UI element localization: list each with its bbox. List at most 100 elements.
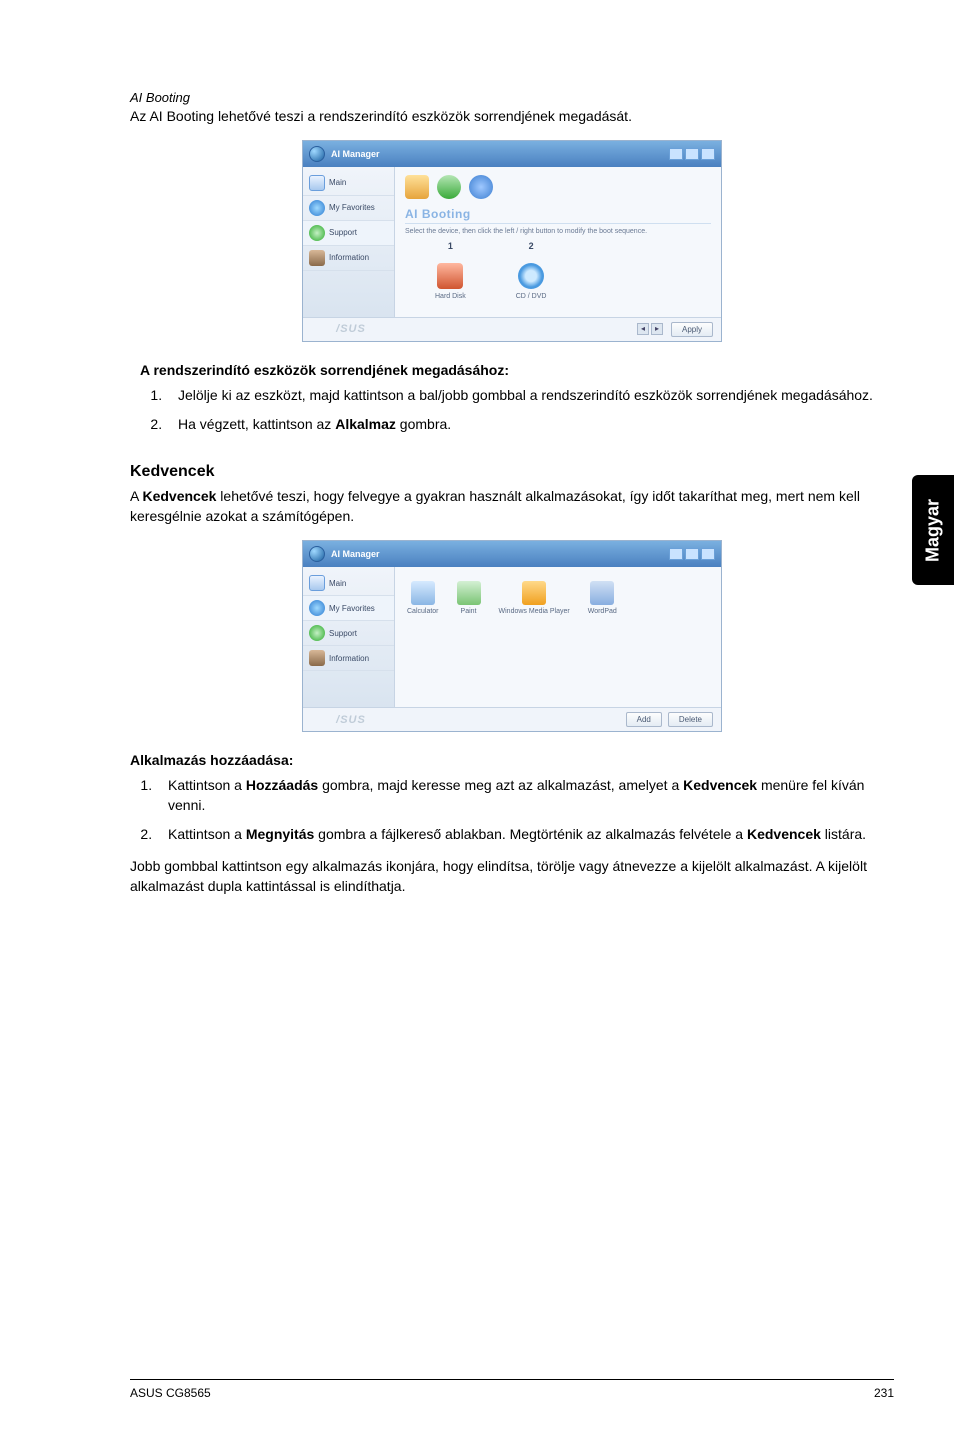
sidebar-item-favorites[interactable]: My Favorites [303,596,394,621]
delete-button[interactable]: Delete [668,712,713,727]
prev-button[interactable]: ◂ [637,323,649,335]
kedvencek-para: A Kedvencek lehetővé teszi, hogy felvegy… [130,487,894,526]
step-2: Kattintson a Megnyitás gombra a fájlkere… [156,825,894,845]
ai-booting-heading: AI Booting [130,90,894,105]
apply-button[interactable]: Apply [671,322,713,337]
page-footer: ASUS CG8565 231 [130,1379,894,1400]
window-titlebar: AI Manager [303,541,721,567]
fav-app-wordpad[interactable]: WordPad [588,581,617,615]
step-text: listára. [821,826,866,842]
ai-booting-intro: Az AI Booting lehetővé teszi a rendszeri… [130,107,894,126]
close-icon[interactable] [701,148,715,160]
step-text: Jelölje ki az eszközt, majd kattintson a… [178,387,873,403]
pager: ◂ ▸ [637,323,663,335]
paint-icon [457,581,481,605]
sidebar-item-label: Information [329,654,369,663]
sidebar-item-information[interactable]: Information [303,246,394,271]
tool-icon-1[interactable] [405,175,429,199]
panel-heading: AI Booting [405,205,711,224]
sidebar-item-support[interactable]: Support [303,621,394,646]
next-button[interactable]: ▸ [651,323,663,335]
app-logo-icon [309,146,325,162]
information-icon [309,250,325,266]
step-text-bold: Kedvencek [683,777,757,793]
tool-icon-3[interactable] [469,175,493,199]
step-text: gombra a fájlkereső ablakban. Megtörténi… [314,826,747,842]
boot-slot-2[interactable]: 2 CD / DVD [516,241,547,300]
fav-app-label: Calculator [407,608,439,615]
closing-paragraph: Jobb gombbal kattintson egy alkalmazás i… [130,857,894,896]
boot-slot-number: 1 [435,241,466,251]
information-icon [309,650,325,666]
restore-icon[interactable] [685,548,699,560]
sidebar: Main My Favorites Support Information [303,567,395,707]
boot-slot-1[interactable]: 1 Hard Disk [435,241,466,300]
step-1: Kattintson a Hozzáadás gombra, majd kere… [156,776,894,815]
screenshot-favorites: AI Manager Main My Favorites Support Inf… [302,540,722,732]
cd-dvd-icon [518,263,544,289]
step-text: gombra, majd keresse meg azt az alkalmaz… [318,777,683,793]
step-text: Ha végzett, kattintson az [178,416,335,432]
para-text: A [130,488,142,504]
panel-hint: Select the device, then click the left /… [405,228,711,235]
kedvencek-heading: Kedvencek [130,463,894,481]
close-icon[interactable] [701,548,715,560]
sidebar-item-main[interactable]: Main [303,571,394,596]
para-text: lehetővé teszi, hogy felvegye a gyakran … [130,488,860,524]
sidebar-item-favorites[interactable]: My Favorites [303,196,394,221]
calculator-icon [411,581,435,605]
sidebar-item-label: My Favorites [329,203,375,212]
window-title: AI Manager [331,149,380,159]
boot-slot-label: CD / DVD [516,293,547,300]
support-icon [309,625,325,641]
add-button[interactable]: Add [626,712,662,727]
window-titlebar: AI Manager [303,141,721,167]
step-text: Kattintson a [168,826,246,842]
fav-app-label: WordPad [588,608,617,615]
brand-logo: /SUS [311,714,391,726]
favorites-icon [309,600,325,616]
tool-icon-2[interactable] [437,175,461,199]
media-player-icon [522,581,546,605]
boot-slot-label: Hard Disk [435,293,466,300]
step-1: Jelölje ki az eszközt, majd kattintson a… [166,386,894,406]
fav-app-label: Paint [461,608,477,615]
restore-icon[interactable] [685,148,699,160]
step-text-bold: Kedvencek [747,826,821,842]
sidebar-item-label: Information [329,253,369,262]
sidebar: Main My Favorites Support Information [303,167,395,317]
sidebar-item-main[interactable]: Main [303,171,394,196]
sidebar-item-information[interactable]: Information [303,646,394,671]
sidebar-item-label: Main [329,579,346,588]
favorites-icon [309,200,325,216]
fav-app-calculator[interactable]: Calculator [407,581,439,615]
step-text-bold: Hozzáadás [246,777,318,793]
footer-product: ASUS CG8565 [130,1386,211,1400]
sidebar-item-label: Main [329,178,346,187]
boot-slot-number: 2 [516,241,547,251]
footer-page-number: 231 [874,1386,894,1400]
steps2-title: Alkalmazás hozzáadása: [130,752,894,768]
minimize-icon[interactable] [669,148,683,160]
para-text-bold: Kedvencek [142,488,216,504]
minimize-icon[interactable] [669,548,683,560]
wordpad-icon [590,581,614,605]
step-text-bold: Alkalmaz [335,416,396,432]
sidebar-item-support[interactable]: Support [303,221,394,246]
sidebar-item-label: My Favorites [329,604,375,613]
sidebar-item-label: Support [329,629,357,638]
brand-logo: /SUS [311,323,391,335]
main-icon [309,575,325,591]
step-text: gombra. [396,416,451,432]
hard-disk-icon [437,263,463,289]
steps1-title: A rendszerindító eszközök sorrendjének m… [140,362,894,378]
fav-app-wmp[interactable]: Windows Media Player [499,581,570,615]
step-text: Kattintson a [168,777,246,793]
step-text-bold: Megnyitás [246,826,314,842]
screenshot-ai-booting: AI Manager Main My Favorites Support Inf… [302,140,722,342]
app-logo-icon [309,546,325,562]
fav-app-paint[interactable]: Paint [457,581,481,615]
toolbar-icons [405,175,711,199]
window-title: AI Manager [331,549,380,559]
step-2: Ha végzett, kattintson az Alkalmaz gombr… [166,415,894,435]
